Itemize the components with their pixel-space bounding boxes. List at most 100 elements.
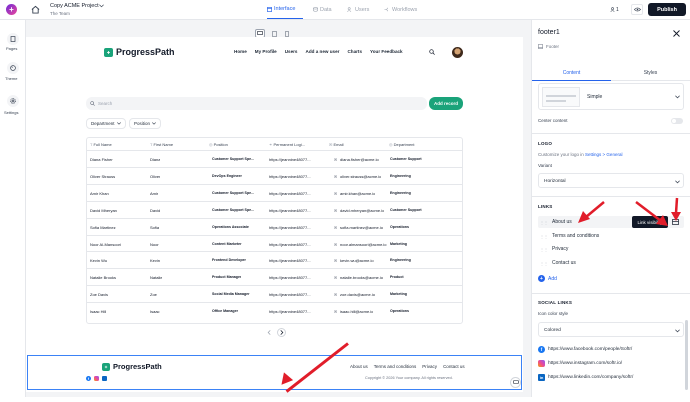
settings-gear-icon[interactable] — [7, 95, 19, 107]
tab-content[interactable]: Content — [532, 66, 611, 81]
table-cell[interactable]: https://jeannine48077... — [269, 174, 311, 179]
search-input[interactable]: Search — [86, 97, 427, 110]
project-name[interactable]: Copy ACME Project — [50, 3, 99, 9]
drag-handle-icon[interactable]: ⋮⋮ — [540, 234, 548, 239]
add-record-button[interactable]: Add record — [429, 97, 463, 110]
avatar[interactable] — [452, 47, 463, 58]
table-cell[interactable]: Customer Support — [390, 157, 422, 161]
table-cell[interactable]: Diana — [150, 157, 160, 162]
table-cell[interactable]: Zoe — [150, 292, 157, 297]
table-cell[interactable]: diana.fisher@acme.io — [340, 157, 379, 162]
chat-icon[interactable] — [510, 377, 521, 388]
pages-icon[interactable] — [7, 33, 19, 45]
preview-eye-icon[interactable] — [631, 4, 643, 15]
table-cell[interactable]: Customer Support Spe... — [212, 157, 254, 161]
home-icon[interactable] — [30, 4, 41, 15]
table-cell[interactable]: Marketing — [390, 292, 407, 296]
table-cell[interactable]: Zoe Davis — [90, 292, 108, 297]
column-header-department[interactable]: ◎ Department — [389, 142, 415, 147]
table-cell[interactable]: Product — [390, 275, 404, 279]
table-cell[interactable]: https://jeannine48077... — [269, 258, 311, 263]
tab-users[interactable]: Users — [347, 0, 369, 19]
table-cell[interactable]: zoe.davis@acme.io — [340, 292, 375, 297]
site-nav-my-profile[interactable]: My Profile — [255, 49, 277, 54]
linkedin-icon[interactable] — [102, 376, 107, 381]
table-cell[interactable]: Frontend Developer — [212, 258, 246, 262]
footer-link-terms[interactable]: Terms and conditions — [374, 364, 417, 369]
table-cell[interactable]: Natalie Brooks — [90, 275, 116, 280]
site-brand-name[interactable]: ProgressPath — [116, 47, 175, 57]
footer-link-privacy[interactable]: Privacy — [422, 364, 437, 369]
table-cell[interactable]: Content Marketer — [212, 242, 242, 246]
table-cell[interactable]: Engineering — [390, 258, 411, 262]
table-cell[interactable]: Isaac — [150, 309, 160, 314]
table-cell[interactable]: Engineering — [390, 174, 411, 178]
table-cell[interactable]: https://jeannine48077... — [269, 292, 311, 297]
icon-color-select[interactable]: Colored — [538, 322, 684, 337]
table-cell[interactable]: Customer Support — [390, 208, 422, 212]
table-cell[interactable]: David Mheryan — [90, 208, 117, 213]
tab-workflows[interactable]: Workflows — [384, 0, 417, 19]
social-link-instagram[interactable]: https://www.instagram.com/softr.io/ — [538, 360, 622, 367]
table-cell[interactable]: Sofia Martinez — [90, 225, 116, 230]
table-cell[interactable]: sofia.martinez@acme.io — [340, 225, 383, 230]
table-cell[interactable]: https://jeannine48077... — [269, 309, 311, 314]
footer-brand-name[interactable]: ProgressPath — [113, 362, 162, 371]
link-item-contact[interactable]: ⋮⋮ Contact us — [538, 257, 684, 269]
table-cell[interactable]: kevin.wu@acme.io — [340, 258, 374, 263]
app-logo[interactable]: + — [6, 4, 17, 15]
filter-department[interactable]: Department — [86, 118, 126, 129]
link-item-privacy[interactable]: ⋮⋮ Privacy — [538, 243, 684, 255]
theme-icon[interactable] — [7, 62, 19, 74]
table-cell[interactable]: Operations — [390, 225, 409, 229]
table-cell[interactable]: DevOps Engineer — [212, 174, 242, 178]
table-cell[interactable]: Marketing — [390, 242, 407, 246]
tab-interface[interactable]: Interface — [267, 0, 303, 19]
table-cell[interactable]: Kevin — [150, 258, 160, 263]
table-cell[interactable]: david.mheryan@acme.io — [340, 208, 384, 213]
table-cell[interactable]: Customer Support Spe... — [212, 208, 254, 212]
table-cell[interactable]: https://jeannine48077... — [269, 191, 311, 196]
logo-hint-link[interactable]: Settings > General — [585, 152, 622, 157]
center-content-toggle[interactable] — [671, 118, 683, 124]
column-header-full-name[interactable]: T Full Name — [90, 142, 112, 147]
table-cell[interactable]: https://jeannine48077... — [269, 242, 311, 247]
table-cell[interactable]: Social Media Manager — [212, 292, 250, 296]
site-nav-users[interactable]: Users — [285, 49, 298, 54]
table-cell[interactable]: Isaac Hill — [90, 309, 106, 314]
table-cell[interactable]: Oliver Strauss — [90, 174, 115, 179]
site-nav-home[interactable]: Home — [234, 49, 247, 54]
tab-data[interactable]: Data — [313, 0, 332, 19]
close-icon[interactable] — [671, 28, 681, 38]
social-link-facebook[interactable]: f https://www.facebook.com/people/Softr/ — [538, 346, 632, 353]
pagination-prev-icon[interactable] — [264, 328, 273, 337]
table-cell[interactable]: Amir — [150, 191, 158, 196]
table-cell[interactable]: Amir Khan — [90, 191, 109, 196]
chevron-down-icon[interactable] — [98, 3, 104, 9]
table-cell[interactable]: Natalie — [150, 275, 162, 280]
column-header-position[interactable]: ◎ Position — [209, 142, 228, 147]
table-cell[interactable]: Noor Al-Mansoori — [90, 242, 121, 247]
site-nav-add-user[interactable]: Add a new user — [306, 49, 340, 54]
table-cell[interactable]: noor.almansoori@acme.io — [340, 242, 387, 247]
filter-position[interactable]: Position — [129, 118, 162, 129]
drag-handle-icon[interactable]: ⋮⋮ — [540, 220, 548, 225]
table-cell[interactable]: Noor — [150, 242, 159, 247]
table-cell[interactable]: Kevin Wu — [90, 258, 107, 263]
tab-styles[interactable]: Styles — [611, 66, 690, 81]
column-header-first-name[interactable]: T First Name — [150, 142, 173, 147]
link-item-terms[interactable]: ⋮⋮ Terms and conditions — [538, 230, 684, 242]
drag-handle-icon[interactable]: ⋮⋮ — [540, 261, 548, 266]
table-cell[interactable]: Diana Fisher — [90, 157, 113, 162]
panel-scrollbar[interactable] — [685, 320, 688, 390]
facebook-icon[interactable]: f — [86, 376, 91, 381]
table-cell[interactable]: https://jeannine48077... — [269, 157, 311, 162]
table-cell[interactable]: oliver.strauss@acme.io — [340, 174, 381, 179]
table-cell[interactable]: https://jeannine48077... — [269, 275, 311, 280]
table-cell[interactable]: Customer Support Spe... — [212, 191, 254, 195]
table-cell[interactable]: https://jeannine48077... — [269, 208, 311, 213]
pagination-next-icon[interactable] — [277, 328, 286, 337]
user-count-button[interactable]: 1 — [610, 4, 619, 15]
site-footer[interactable]: ProgressPath f About us Terms and condit… — [27, 355, 522, 390]
social-link-linkedin[interactable]: in https://www.linkedin.com/company/soft… — [538, 374, 633, 381]
